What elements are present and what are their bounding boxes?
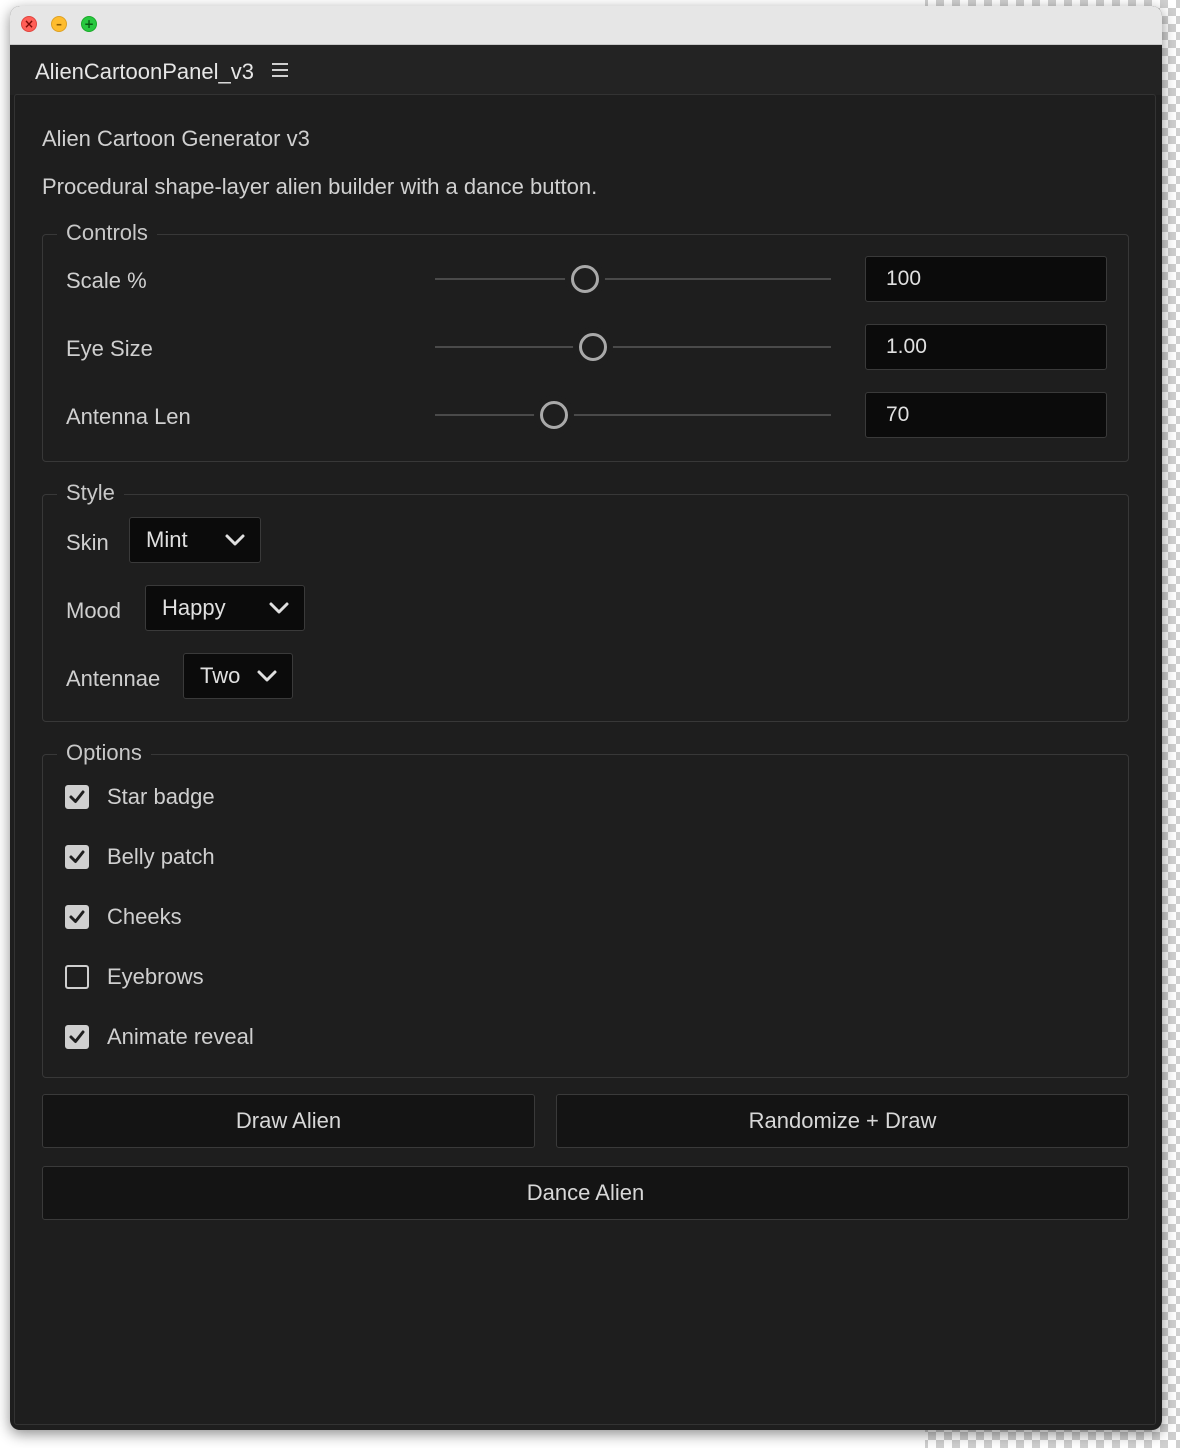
draw-alien-button[interactable]: Draw Alien (42, 1094, 535, 1148)
randomize-draw-button[interactable]: Randomize + Draw (556, 1094, 1129, 1148)
chevron-down-icon (225, 534, 245, 546)
checkbox-unchecked[interactable] (65, 965, 89, 989)
minimize-window-icon[interactable]: – (51, 16, 67, 32)
options-legend: Options (57, 739, 151, 767)
scale-slider[interactable] (435, 265, 831, 293)
skin-selected-value: Mint (146, 527, 188, 552)
slider-track (435, 346, 831, 348)
style-group: Style Skin Mint Mood Happy Antennae Two (42, 479, 1129, 722)
checkbox-checked[interactable] (65, 785, 89, 809)
antenna-len-input[interactable]: 70 (865, 392, 1107, 438)
eye-size-input[interactable]: 1.00 (865, 324, 1107, 370)
scale-input[interactable]: 100 (865, 256, 1107, 302)
dance-alien-button[interactable]: Dance Alien (42, 1166, 1129, 1220)
window-titlebar[interactable]: × – + (10, 6, 1162, 45)
skin-label: Skin (66, 530, 109, 555)
skin-dropdown[interactable]: Mint (129, 517, 261, 563)
checkbox-label: Eyebrows (107, 964, 204, 989)
eye-size-label: Eye Size (66, 336, 153, 361)
eye-size-slider[interactable] (435, 333, 831, 361)
checkbox-checked[interactable] (65, 845, 89, 869)
antennae-label: Antennae (66, 666, 161, 691)
slider-thumb[interactable] (579, 333, 608, 361)
scale-label: Scale % (66, 268, 147, 293)
slider-track (435, 414, 831, 416)
maximize-window-icon[interactable]: + (81, 16, 97, 32)
slider-thumb[interactable] (571, 265, 600, 293)
antenna-len-slider[interactable] (435, 401, 831, 429)
page-description: Procedural shape-layer alien builder wit… (42, 174, 598, 199)
mood-selected-value: Happy (162, 595, 226, 620)
mood-label: Mood (66, 598, 122, 623)
mood-dropdown[interactable]: Happy (145, 585, 305, 631)
checkbox-label: Animate reveal (107, 1024, 254, 1049)
antenna-len-label: Antenna Len (66, 404, 191, 429)
checkbox-label: Star badge (107, 784, 215, 809)
chevron-down-icon (257, 670, 277, 682)
checkbox-checked[interactable] (65, 905, 89, 929)
chevron-down-icon (269, 602, 289, 614)
slider-track (435, 278, 831, 280)
checkbox-checked[interactable] (65, 1025, 89, 1049)
page-title: Alien Cartoon Generator v3 (42, 126, 310, 151)
antennae-selected-value: Two (200, 663, 241, 688)
options-group: Options Star badge Belly patch Cheeks Ey… (42, 739, 1129, 1078)
antennae-dropdown[interactable]: Two (183, 653, 293, 699)
controls-legend: Controls (57, 219, 157, 247)
close-window-icon[interactable]: × (21, 16, 37, 32)
hamburger-menu-icon[interactable] (272, 62, 290, 78)
checkbox-label: Belly patch (107, 844, 215, 869)
checkbox-label: Cheeks (107, 904, 182, 929)
style-legend: Style (57, 479, 124, 507)
panel-header: AlienCartoonPanel_v3 (10, 45, 1162, 95)
slider-thumb[interactable] (539, 401, 568, 429)
panel-window: × – + AlienCartoonPanel_v3 Alien Cartoon… (10, 6, 1162, 1430)
controls-group: Controls Scale % 100 Eye Size 1.00 Anten… (42, 219, 1129, 462)
panel-title[interactable]: AlienCartoonPanel_v3 (35, 59, 254, 85)
